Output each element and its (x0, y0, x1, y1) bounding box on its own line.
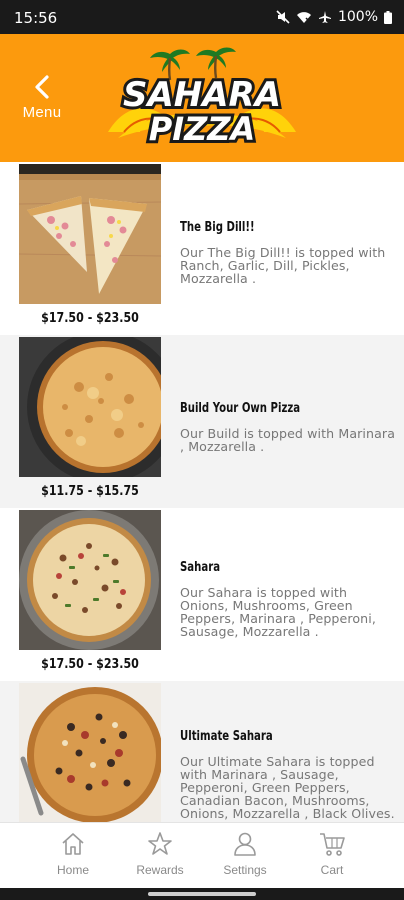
battery-icon (384, 10, 392, 24)
cart-icon (294, 831, 370, 857)
item-description: Our Build is topped with Marinara , Mozz… (180, 426, 396, 454)
supreme-pizza-photo (19, 510, 161, 650)
item-name: Build Your Own Pizza (180, 401, 301, 416)
back-label: Menu (22, 104, 62, 121)
nav-label: Settings (223, 863, 267, 877)
mute-icon (276, 10, 290, 24)
status-time: 15:56 (14, 9, 58, 27)
person-icon (207, 831, 283, 857)
item-price: $17.50 - $23.50 (41, 656, 139, 672)
system-navigation-bar (0, 888, 404, 900)
star-icon (122, 831, 198, 857)
app-header: Menu SAHARA PIZZA (0, 34, 404, 162)
nav-home[interactable]: Home (35, 831, 111, 887)
bottom-navigation: Home Rewards Settings Cart (0, 822, 404, 888)
status-bar: 15:56 100% (0, 0, 404, 34)
wifi-icon (296, 11, 312, 24)
nav-label: Rewards (136, 863, 184, 877)
nav-label: Cart (320, 863, 344, 877)
sahara-pizza-logo: SAHARA PIZZA (104, 46, 300, 156)
menu-item[interactable]: $17.50 - $23.50 The Big Dill!! Our The B… (0, 162, 404, 335)
status-icons: 100% (276, 9, 392, 25)
cheese-pizza-photo (19, 337, 161, 477)
chevron-left-icon (12, 74, 72, 100)
item-description: Our The Big Dill!! is topped with Ranch,… (180, 245, 386, 286)
back-menu-button[interactable]: Menu (12, 74, 72, 126)
menu-list: $17.50 - $23.50 The Big Dill!! Our The B… (0, 162, 404, 822)
item-description: Our Sahara is topped with Onions, Mushro… (180, 585, 376, 639)
home-indicator[interactable] (148, 892, 256, 896)
item-name: Ultimate Sahara (180, 729, 273, 744)
logo-line1: SAHARA (123, 75, 281, 115)
item-price: $17.50 - $23.50 (41, 310, 139, 326)
menu-item[interactable]: $11.75 - $15.75 Build Your Own Pizza Our… (0, 335, 404, 508)
logo-line2: PIZZA (149, 110, 256, 148)
item-price: $11.75 - $15.75 (41, 483, 139, 499)
menu-item[interactable]: Ultimate Sahara Our Ultimate Sahara is t… (0, 681, 404, 822)
loaded-pizza-photo (19, 683, 161, 822)
airplane-icon (318, 10, 332, 24)
nav-label: Home (56, 863, 89, 877)
nav-cart[interactable]: Cart (294, 831, 370, 887)
item-description: Our Ultimate Sahara is topped with Marin… (180, 754, 395, 821)
item-name: The Big Dill!! (180, 220, 255, 235)
battery-text: 100% (337, 9, 378, 25)
pizza-slices-photo (19, 164, 161, 304)
menu-item[interactable]: $17.50 - $23.50 Sahara Our Sahara is top… (0, 508, 404, 681)
nav-settings[interactable]: Settings (207, 831, 283, 887)
nav-rewards[interactable]: Rewards (122, 831, 198, 887)
item-name: Sahara (180, 560, 221, 575)
home-icon (35, 831, 111, 857)
